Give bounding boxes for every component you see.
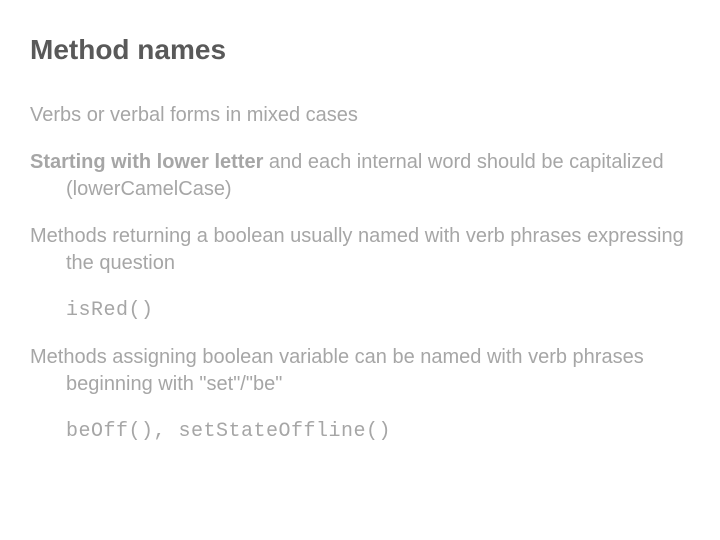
slide: Method names Verbs or verbal forms in mi… (0, 0, 720, 540)
slide-title: Method names (30, 34, 690, 66)
bullet-lower-camel: Starting with lower letter and each inte… (30, 149, 690, 203)
bullet-boolean-assign: Methods assigning boolean variable can b… (30, 344, 690, 398)
code-example-isred: isRed() (30, 297, 690, 324)
slide-body: Verbs or verbal forms in mixed cases Sta… (30, 102, 690, 445)
bullet-boolean-return: Methods returning a boolean usually name… (30, 223, 690, 277)
bullet-verbs: Verbs or verbal forms in mixed cases (30, 102, 690, 129)
emphasis-lower-letter: Starting with lower letter (30, 151, 263, 173)
code-example-setbe: beOff(), setStateOffline() (30, 418, 690, 445)
